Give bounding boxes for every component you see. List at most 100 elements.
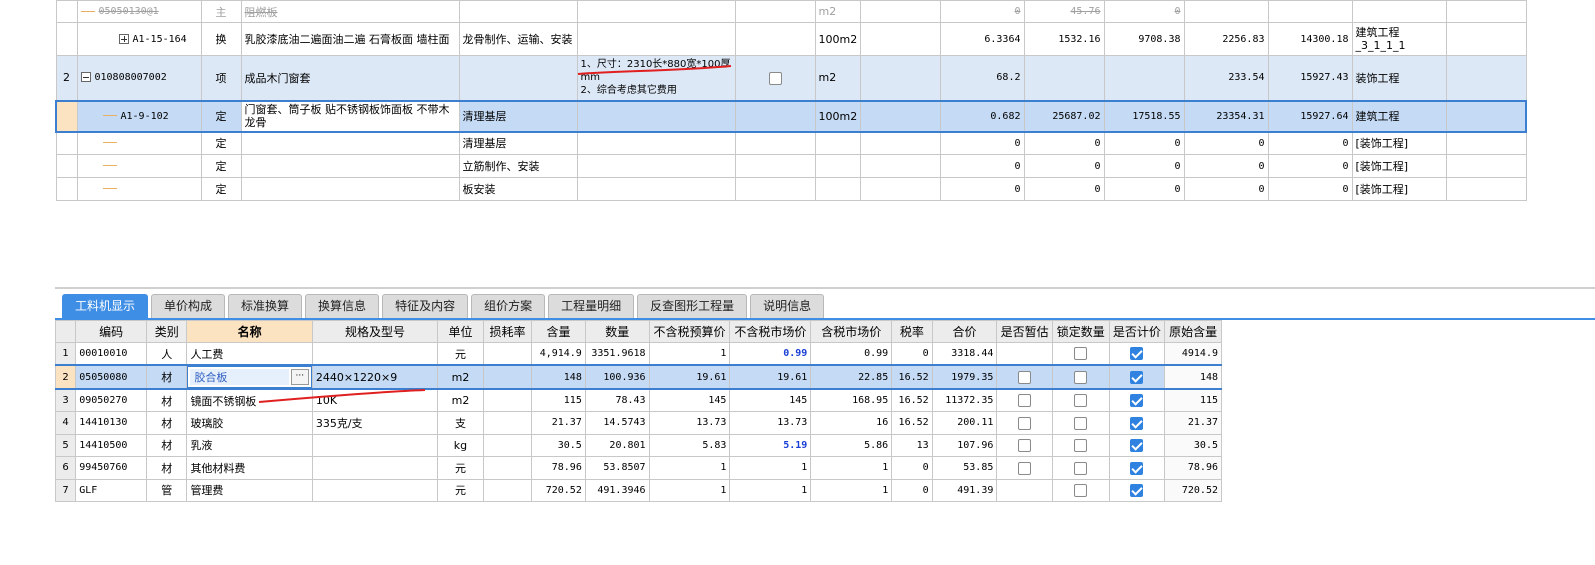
item-name[interactable]: 门窗套、筒子板 贴不锈钢板饰面板 不带木龙骨 [240,99,460,133]
tab-conversion-info[interactable]: 换算信息 [305,294,380,318]
content-cell[interactable]: 4,914.9 [531,342,586,366]
estimate-cell[interactable] [996,411,1053,435]
content-cell[interactable]: 148 [531,364,586,390]
name-cell[interactable]: 人工费 [186,342,313,366]
col-header-rate[interactable]: 税率 [891,320,933,343]
item-name[interactable]: 乳胶漆底油二遍面油二遍 石膏板面 墙柱面 [240,22,460,56]
loss-cell[interactable] [482,478,533,502]
lock-checkbox[interactable] [1074,347,1088,361]
taxed-cell[interactable]: 1 [810,456,893,480]
tab-pricing-plan[interactable]: 组价方案 [471,294,546,318]
estimate-cell[interactable] [996,433,1053,457]
item-feature[interactable] [576,177,736,201]
loss-cell[interactable] [482,433,533,457]
table-row[interactable]: A1-15-164 换 乳胶漆底油二遍面油二遍 石膏板面 墙柱面 龙骨制作、运输… [55,22,1527,56]
item-feature[interactable]: 1、尺寸：2310长*880宽*100厚mm 2、综合考虑其它费用 [576,55,736,101]
qty-cell[interactable]: 3351.9618 [584,342,650,366]
market-cell[interactable]: 145 [729,388,812,412]
name-cell[interactable]: 其他材料费 [186,456,313,480]
col-header-estimate[interactable]: 是否暂估 [996,320,1053,343]
market-cell[interactable]: 19.61 [729,364,812,390]
name-input[interactable]: 胶合板 [190,369,289,385]
category-cell[interactable]: 材 [145,364,188,390]
loss-cell[interactable] [482,388,533,412]
expand-icon[interactable] [118,33,129,44]
qty-cell[interactable]: 20.801 [584,433,650,457]
item-content[interactable]: 清理基层 [458,99,578,133]
item-qty[interactable]: 68.2 [939,55,1025,101]
market-cell[interactable]: 0.99 [729,342,812,366]
item-name[interactable]: 成品木门窗套 [240,55,460,101]
priced-cell[interactable] [1108,342,1166,366]
unit-cell[interactable]: 元 [437,456,484,480]
qty-cell[interactable]: 53.8507 [584,456,650,480]
item-qty[interactable]: 0.682 [939,99,1025,133]
qty-cell[interactable]: 491.3946 [584,478,650,502]
table-row[interactable]: 定 清理基层 0 0 0 0 0 [装饰工程] [55,131,1527,155]
col-header-original[interactable]: 原始含量 [1164,320,1222,343]
taxed-cell[interactable]: 22.85 [810,364,893,390]
priced-checkbox[interactable] [1130,484,1144,497]
priced-checkbox[interactable] [1130,461,1144,475]
loss-cell[interactable] [482,342,533,366]
rate-cell[interactable]: 0 [891,456,933,480]
priced-checkbox[interactable] [1130,370,1144,384]
col-header-unit[interactable]: 单位 [437,320,484,343]
category-cell[interactable]: 材 [145,456,188,480]
qty-cell[interactable]: 14.5743 [584,411,650,435]
priced-cell[interactable] [1108,433,1166,457]
name-cell[interactable]: 乳液 [186,433,313,457]
item-content[interactable]: 清理基层 [458,131,578,155]
table-row[interactable]: 4 14410130 材玻璃胶 335克/支支 21.37 14.5743 13.73 13.… [54,411,1222,435]
table-row[interactable]: 7 GLF 管管理费元 720.52 491.3946 1 1 1 0 491.39 720.52 [54,478,1222,502]
col-header-market[interactable]: 不含税市场价 [729,320,812,343]
market-cell[interactable]: 5.19 [729,433,812,457]
qty-cell[interactable]: 100.936 [584,364,650,390]
spec-cell[interactable] [311,478,439,502]
item-content[interactable]: 龙骨制作、运输、安装 [458,22,578,56]
col-header-lock[interactable]: 锁定数量 [1051,320,1110,343]
estimate-checkbox[interactable] [1018,439,1032,452]
item-checkbox[interactable] [768,71,782,85]
tab-description[interactable]: 说明信息 [750,294,825,318]
estimate-cell[interactable] [996,388,1053,412]
lock-checkbox[interactable] [1074,394,1088,408]
taxed-cell[interactable]: 5.86 [810,433,893,457]
priced-checkbox[interactable] [1130,347,1144,361]
unit-cell[interactable]: 元 [437,342,484,366]
item-feature[interactable] [576,22,736,56]
table-row[interactable]: 6 99450760 材其他材料费元 78.96 53.8507 1 1 1 0 53.85 78.… [54,456,1222,480]
rate-cell[interactable]: 13 [891,433,933,457]
code-cell[interactable]: 00010010 [75,342,147,366]
rate-cell[interactable]: 0 [891,478,933,502]
name-cell[interactable]: 玻璃胶 [186,411,313,435]
lock-cell[interactable] [1051,342,1110,366]
market-cell[interactable]: 1 [729,456,812,480]
tab-quantity-detail[interactable]: 工程量明细 [548,294,635,318]
unit-cell[interactable]: 元 [437,478,484,502]
unit-cell[interactable]: m2 [437,388,484,412]
col-header-category[interactable]: 类别 [145,320,188,343]
estimate-checkbox[interactable] [1018,370,1032,384]
rate-cell[interactable]: 16.52 [891,364,933,390]
item-checkbox-cell[interactable] [734,55,816,101]
rate-cell[interactable]: 16.52 [891,411,933,435]
content-cell[interactable]: 720.52 [531,478,586,502]
panel-splitter[interactable] [55,287,1595,289]
lock-checkbox[interactable] [1074,461,1088,475]
priced-checkbox[interactable] [1130,439,1144,452]
item-qty[interactable]: 6.3364 [939,22,1025,56]
rate-cell[interactable]: 16.52 [891,388,933,412]
item-content[interactable]: 立筋制作、安装 [458,154,578,178]
item-feature[interactable] [576,99,736,133]
content-cell[interactable]: 78.96 [531,456,586,480]
priced-cell[interactable] [1108,411,1166,435]
table-row[interactable]: 2 010808007002 项 成品木门窗套 1、尺寸：2310长*880宽*… [55,55,1527,101]
item-content[interactable]: 板安装 [458,177,578,201]
taxed-cell[interactable]: 16 [810,411,893,435]
item-name[interactable] [240,154,460,178]
table-row[interactable]: 定 立筋制作、安装 0 0 0 0 0 [装饰工程] [55,154,1527,178]
priced-checkbox[interactable] [1130,416,1144,430]
lock-checkbox[interactable] [1074,370,1088,384]
estimate-checkbox[interactable] [1018,416,1032,430]
